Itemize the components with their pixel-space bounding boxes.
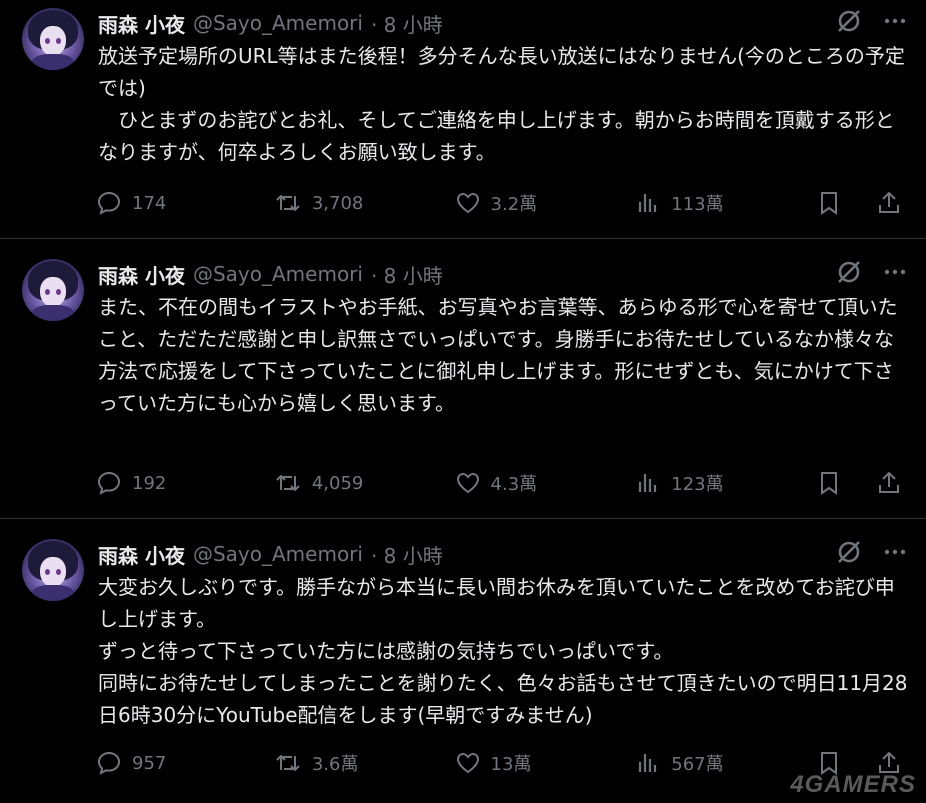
retweet-icon xyxy=(276,754,300,772)
share-icon xyxy=(879,471,900,493)
avatar[interactable] xyxy=(22,8,84,70)
tweet-text: また、不在の間もイラストやお手紙、お写真やお言葉等、あらゆる形で心を寄せて頂いた… xyxy=(98,295,898,415)
bookmark-button[interactable] xyxy=(816,190,852,216)
display-name[interactable]: 雨森 小夜 xyxy=(98,9,185,38)
user-handle[interactable]: @Sayo_Amemori xyxy=(193,262,363,286)
reply-button[interactable]: 174 xyxy=(96,190,274,216)
tweet[interactable]: 雨森 小夜 @Sayo_Amemori · 8 小時 大変お久しぶりです。勝手な… xyxy=(0,531,926,803)
heart-icon xyxy=(456,472,479,494)
retweet-count: 3.6萬 xyxy=(311,754,359,775)
grok-icon[interactable] xyxy=(836,259,862,285)
bookmark-icon xyxy=(821,192,838,215)
tweet-header: 雨森 小夜 @Sayo_Amemori · 8 小時 xyxy=(98,259,443,289)
tweet-header: 雨森 小夜 @Sayo_Amemori · 8 小時 xyxy=(98,8,443,38)
reply-icon xyxy=(97,471,121,495)
views-button[interactable]: 113萬 xyxy=(635,190,816,216)
user-handle[interactable]: @Sayo_Amemori xyxy=(193,542,363,566)
heart-icon xyxy=(456,192,479,214)
reply-icon xyxy=(97,191,121,215)
more-icon[interactable] xyxy=(882,259,908,285)
action-bar: 192 4,059 4.3萬 123萬 xyxy=(96,468,912,498)
retweet-icon xyxy=(276,474,300,492)
timestamp[interactable]: · 8 小時 xyxy=(371,540,443,569)
timestamp[interactable]: · 8 小時 xyxy=(371,260,443,289)
analytics-icon xyxy=(639,754,657,772)
view-count: 113萬 xyxy=(671,194,724,215)
view-count: 123萬 xyxy=(671,474,724,495)
more-icon[interactable] xyxy=(882,8,908,34)
bookmark-icon xyxy=(821,472,838,495)
retweet-count: 3,708 xyxy=(311,192,364,214)
like-count: 13萬 xyxy=(490,754,532,775)
tweet-text: 放送予定場所のURL等はまた後程！多分そんな長い放送にはなりません(今のところの… xyxy=(98,44,905,164)
more-icon[interactable] xyxy=(882,539,908,565)
action-bar: 174 3,708 3.2萬 113萬 xyxy=(96,188,912,218)
bookmark-button[interactable] xyxy=(816,470,852,496)
tweet-text: 大変お久しぶりです。勝手ながら本当に長い間お休みを頂いていたことを改めてお詫び申… xyxy=(98,575,908,727)
heart-icon xyxy=(456,752,479,774)
tweet-header: 雨森 小夜 @Sayo_Amemori · 8 小時 xyxy=(98,539,443,569)
user-handle[interactable]: @Sayo_Amemori xyxy=(193,11,363,35)
views-button[interactable]: 123萬 xyxy=(635,470,816,496)
timestamp[interactable]: · 8 小時 xyxy=(371,9,443,38)
retweet-button[interactable]: 4,059 xyxy=(274,470,455,496)
like-button[interactable]: 4.3萬 xyxy=(455,470,636,496)
reply-count: 957 xyxy=(132,752,167,774)
display-name[interactable]: 雨森 小夜 xyxy=(98,260,185,289)
avatar[interactable] xyxy=(22,539,84,601)
retweet-count: 4,059 xyxy=(311,472,364,494)
retweet-icon xyxy=(276,194,300,212)
retweet-button[interactable]: 3.6萬 xyxy=(274,750,455,776)
tweet[interactable]: 雨森 小夜 @Sayo_Amemori · 8 小時 また、不在の間もイラストや… xyxy=(0,251,926,519)
share-icon xyxy=(879,191,900,213)
watermark: 4GAMERS xyxy=(790,771,916,798)
reply-button[interactable]: 957 xyxy=(96,750,274,776)
retweet-button[interactable]: 3,708 xyxy=(274,190,455,216)
like-button[interactable]: 3.2萬 xyxy=(455,190,636,216)
like-count: 4.3萬 xyxy=(490,474,538,495)
like-button[interactable]: 13萬 xyxy=(455,750,636,776)
avatar[interactable] xyxy=(22,259,84,321)
reply-button[interactable]: 192 xyxy=(96,470,274,496)
reply-icon xyxy=(97,751,121,775)
like-count: 3.2萬 xyxy=(490,194,538,215)
reply-count: 192 xyxy=(132,472,167,494)
share-button[interactable] xyxy=(876,470,912,496)
reply-count: 174 xyxy=(132,192,167,214)
display-name[interactable]: 雨森 小夜 xyxy=(98,540,185,569)
analytics-icon xyxy=(639,194,657,212)
analytics-icon xyxy=(639,474,657,492)
grok-icon[interactable] xyxy=(836,539,862,565)
grok-icon[interactable] xyxy=(836,8,862,34)
share-button[interactable] xyxy=(876,190,912,216)
views-button[interactable]: 567萬 xyxy=(635,750,816,776)
view-count: 567萬 xyxy=(671,754,724,775)
tweet[interactable]: 雨森 小夜 @Sayo_Amemori · 8 小時 放送予定場所のURL等はま… xyxy=(0,0,926,239)
